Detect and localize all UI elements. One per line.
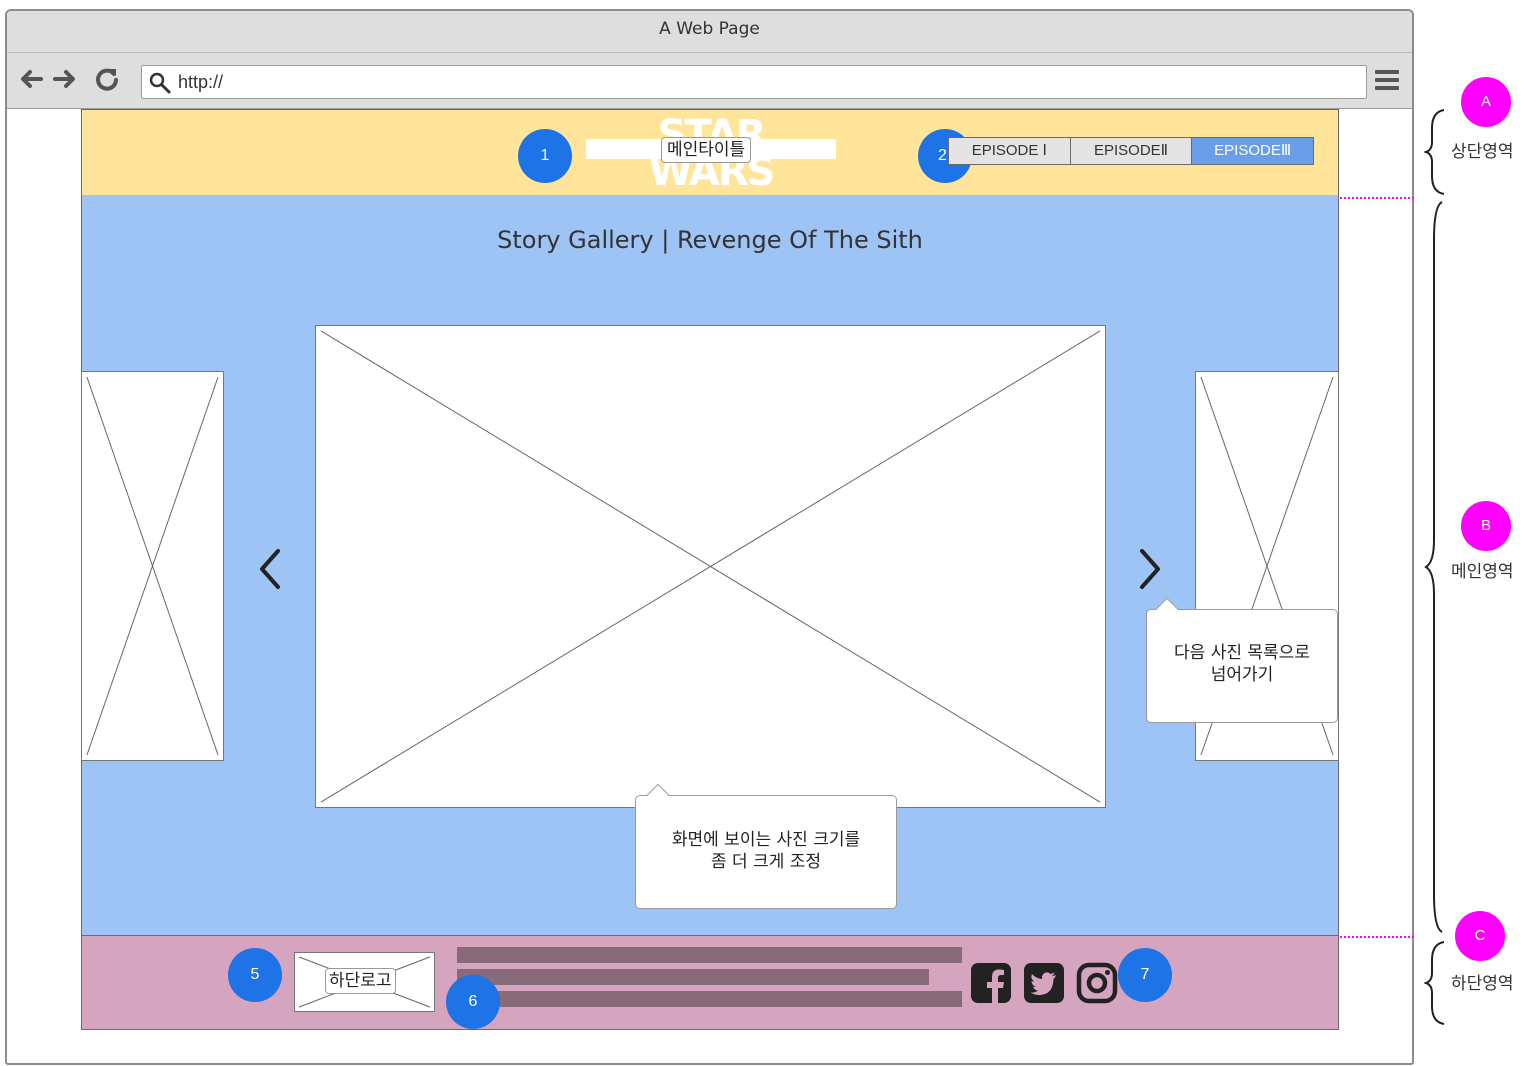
episode-tabs: EPISODE Ⅰ EPISODEⅡ EPISODEⅢ (948, 137, 1314, 165)
region-label-c: 하단영역 (1451, 974, 1514, 994)
prev-image-placeholder[interactable] (81, 371, 224, 761)
url-text: http:// (178, 72, 224, 92)
brace-region-b (1424, 201, 1443, 933)
facebook-icon[interactable] (970, 962, 1012, 1004)
address-bar[interactable]: http:// (141, 65, 1367, 99)
badge-6: 6 (446, 975, 500, 1029)
search-icon (149, 72, 171, 94)
footer-text-line (457, 969, 929, 985)
footer-text-line (457, 947, 962, 963)
chevron-left-icon[interactable] (256, 547, 286, 591)
brace-region-c (1424, 941, 1445, 1025)
callout-next-list: 다음 사진 목록으로 넘어가기 (1146, 597, 1338, 723)
region-label-a: 상단영역 (1451, 142, 1514, 162)
region-badge-c: C (1455, 911, 1505, 961)
region-divider-ab (1340, 197, 1414, 199)
main-title-label: 메인타이틀 (661, 137, 752, 163)
brace-region-a (1424, 109, 1445, 195)
chevron-right-icon[interactable] (1134, 547, 1164, 591)
twitter-icon[interactable] (1023, 962, 1065, 1004)
hamburger-menu-icon[interactable] (1374, 67, 1400, 93)
tab-episode-2[interactable]: EPISODEⅡ (1070, 138, 1193, 164)
region-badge-b: B (1461, 501, 1511, 551)
badge-5: 5 (228, 948, 282, 1002)
gallery-title: Story Gallery | Revenge Of The Sith (497, 226, 923, 254)
tab-episode-3[interactable]: EPISODEⅢ (1192, 138, 1314, 164)
callout-next-line2: 넘어가기 (1210, 665, 1274, 685)
main-image-placeholder[interactable] (315, 325, 1106, 808)
footer-text-line (457, 991, 962, 1007)
footer-logo-label: 하단로고 (325, 968, 396, 994)
callout-size-line2: 좀 더 크게 조정 (710, 852, 822, 872)
callout-image-size: 화면에 보이는 사진 크기를 좀 더 크게 조정 (635, 783, 897, 909)
region-badge-a: A (1461, 77, 1511, 127)
browser-toolbar: http:// (7, 53, 1412, 109)
forward-arrow-icon[interactable] (51, 65, 79, 93)
reload-icon[interactable] (93, 65, 121, 93)
tab-episode-1[interactable]: EPISODE Ⅰ (949, 138, 1071, 164)
callout-size-line1: 화면에 보이는 사진 크기를 (671, 830, 861, 850)
badge-7: 7 (1118, 948, 1172, 1002)
back-arrow-icon[interactable] (17, 65, 45, 93)
badge-1: 1 (518, 129, 572, 183)
callout-next-line1: 다음 사진 목록으로 (1174, 643, 1310, 663)
region-divider-bc (1340, 936, 1414, 938)
window-title: A Web Page (7, 11, 1412, 53)
region-label-b: 메인영역 (1451, 562, 1514, 582)
instagram-icon[interactable] (1076, 962, 1118, 1004)
